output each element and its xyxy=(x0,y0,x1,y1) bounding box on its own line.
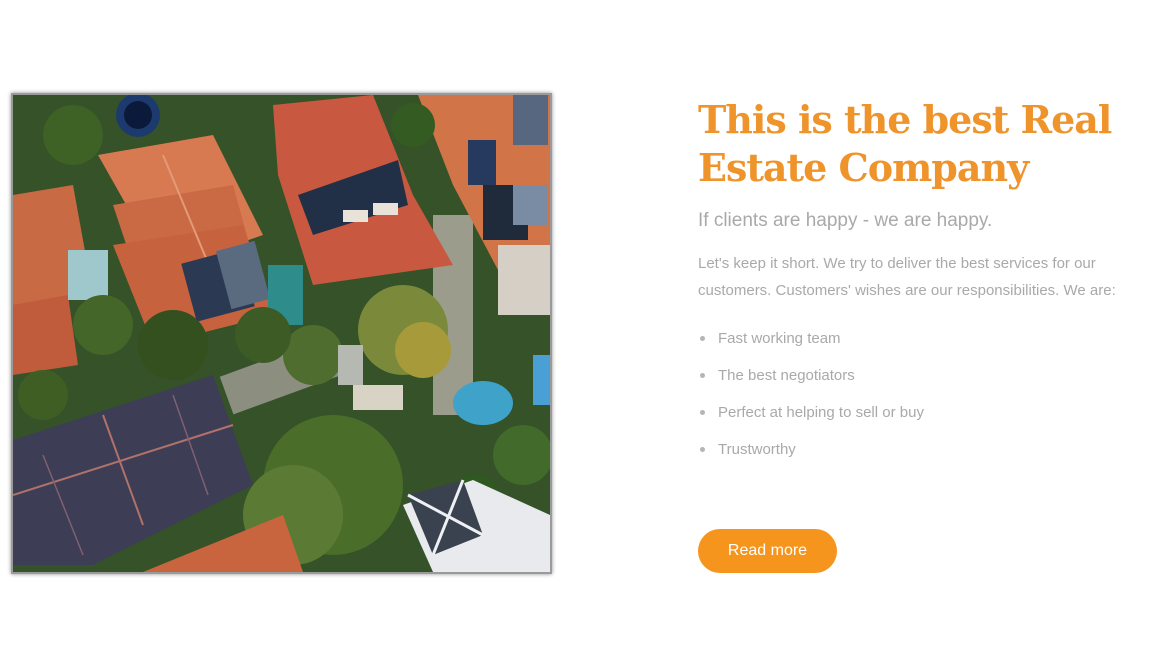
list-item: The best negotiators xyxy=(698,357,1148,394)
intro-paragraph: Let's keep it short. We try to deliver t… xyxy=(698,250,1148,304)
list-item: Fast working team xyxy=(698,320,1148,357)
bullet-icon xyxy=(700,410,705,415)
list-item: Perfect at helping to sell or buy xyxy=(698,394,1148,431)
subtitle: If clients are happy - we are happy. xyxy=(698,210,993,231)
intro-text: Let's keep it short. We try to deliver t… xyxy=(698,255,1116,299)
aerial-houses-image xyxy=(11,93,552,574)
page-title: This is the best Real Estate Company xyxy=(698,97,1112,190)
features-list: Fast working team The best negotiators P… xyxy=(698,320,1148,468)
list-item: Trustworthy xyxy=(698,431,1148,468)
feature-label: The best negotiators xyxy=(718,367,855,384)
read-more-button[interactable]: Read more xyxy=(698,529,837,573)
feature-label: Fast working team xyxy=(718,330,841,347)
bullet-icon xyxy=(700,373,705,378)
bullet-icon xyxy=(700,336,705,341)
feature-label: Trustworthy xyxy=(718,441,796,458)
about-section: This is the best Real Estate Company If … xyxy=(698,96,1148,468)
feature-label: Perfect at helping to sell or buy xyxy=(718,404,924,421)
bullet-icon xyxy=(700,447,705,452)
